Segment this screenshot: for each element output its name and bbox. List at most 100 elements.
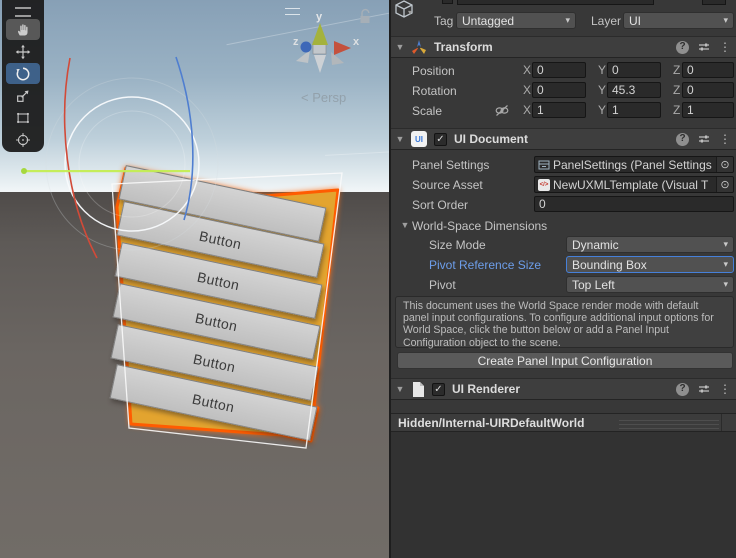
tag-label: Tag bbox=[434, 14, 453, 28]
pivot-label: Pivot bbox=[429, 278, 456, 292]
object-picker-icon[interactable]: ⊙ bbox=[716, 157, 733, 172]
presets-icon[interactable] bbox=[698, 41, 710, 53]
pivot-reference-size-dropdown[interactable]: Bounding Box ▾ bbox=[566, 256, 734, 273]
scale-y-field[interactable]: 1 bbox=[607, 102, 661, 118]
scene-button-label: Button bbox=[191, 390, 236, 415]
transform-header[interactable]: ▼ Transform ? ⋮ bbox=[391, 36, 736, 58]
rect-icon bbox=[15, 110, 31, 126]
x-axis-label: X bbox=[523, 83, 531, 97]
chevron-down-icon: ▾ bbox=[723, 259, 728, 270]
presets-icon[interactable] bbox=[698, 133, 710, 145]
foldout-icon[interactable]: ▼ bbox=[394, 42, 406, 52]
help-icon[interactable]: ? bbox=[676, 41, 689, 54]
scene-button-label: Button bbox=[198, 227, 243, 252]
scene-button-label: Button bbox=[194, 309, 239, 334]
ui-document-component-icon: UI bbox=[411, 131, 427, 147]
x-axis-label: X bbox=[523, 63, 531, 77]
rotate-icon bbox=[15, 66, 31, 82]
material-bar-lines bbox=[619, 420, 719, 429]
static-dropdown[interactable] bbox=[702, 0, 726, 5]
position-label: Position bbox=[412, 64, 455, 78]
ui-renderer-header[interactable]: ▼ ✓ UI Renderer ? ⋮ bbox=[391, 378, 736, 400]
material-bar-divider bbox=[721, 414, 722, 431]
size-mode-dropdown[interactable]: Dynamic ▾ bbox=[566, 236, 734, 253]
projection-label: Persp bbox=[312, 90, 346, 105]
scale-x-field[interactable]: 1 bbox=[532, 102, 586, 118]
kebab-menu-icon[interactable]: ⋮ bbox=[719, 133, 731, 145]
tag-layer-row: Tag Untagged ▾ Layer UI ▾ bbox=[391, 12, 736, 30]
help-icon[interactable]: ? bbox=[676, 383, 689, 396]
transform-tool[interactable] bbox=[6, 129, 40, 150]
source-asset-row: Source Asset </> NewUXMLTemplate (Visual… bbox=[391, 176, 736, 194]
create-panel-input-configuration-button[interactable]: Create Panel Input Configuration bbox=[397, 352, 733, 369]
link-broken-icon[interactable] bbox=[495, 104, 509, 117]
component-title: UI Renderer bbox=[452, 382, 520, 396]
view-hand-tool[interactable] bbox=[6, 19, 40, 40]
transform-component-icon bbox=[411, 39, 427, 55]
rotation-z-field[interactable]: 0 bbox=[682, 82, 734, 98]
scene-view[interactable]: Button Button Button Button Button bbox=[0, 0, 390, 558]
source-asset-label: Source Asset bbox=[412, 178, 483, 192]
rotation-label: Rotation bbox=[412, 84, 457, 98]
hand-icon bbox=[15, 22, 31, 38]
position-y-field[interactable]: 0 bbox=[607, 62, 661, 78]
pivot-row: Pivot Top Left ▾ bbox=[391, 276, 736, 294]
position-x-field[interactable]: 0 bbox=[532, 62, 586, 78]
panel-settings-object-field[interactable]: PanelSettings (Panel Settings ⊙ bbox=[534, 156, 734, 173]
scene-button-label: Button bbox=[196, 268, 241, 293]
chevron-down-icon: ▾ bbox=[723, 279, 728, 290]
scale-z-field[interactable]: 1 bbox=[682, 102, 734, 118]
ui-renderer-component-icon bbox=[412, 382, 425, 397]
name-field[interactable] bbox=[457, 0, 654, 5]
rect-tool[interactable] bbox=[6, 107, 40, 128]
sort-order-row: Sort Order 0 bbox=[391, 196, 736, 214]
overlay-handle-icon[interactable] bbox=[285, 8, 300, 15]
inspector-panel: ▾ Tag Untagged ▾ Layer UI ▾ ▼ Transform bbox=[389, 0, 736, 558]
z-axis-label: Z bbox=[673, 63, 680, 77]
move-tool[interactable] bbox=[6, 41, 40, 62]
shader-name: Hidden/Internal-UIRDefaultWorld bbox=[398, 416, 584, 430]
sort-order-field[interactable]: 0 bbox=[534, 196, 734, 212]
rotation-y-field[interactable]: 45.3 bbox=[607, 82, 661, 98]
rotate-tool[interactable] bbox=[6, 63, 40, 84]
pivot-dropdown[interactable]: Top Left ▾ bbox=[566, 276, 734, 293]
panel-settings-row: Panel Settings PanelSettings (Panel Sett… bbox=[391, 156, 736, 174]
scale-icon bbox=[15, 88, 31, 104]
foldout-icon[interactable]: ▼ bbox=[394, 134, 406, 144]
x-axis-label: X bbox=[523, 103, 531, 117]
foldout-icon[interactable]: ▼ bbox=[394, 384, 406, 394]
help-icon[interactable]: ? bbox=[676, 133, 689, 146]
position-z-field[interactable]: 0 bbox=[682, 62, 734, 78]
scene-button-label: Button bbox=[192, 350, 237, 375]
z-axis-label: Z bbox=[673, 103, 680, 117]
rotation-row: Rotation X 0 Y 45.3 Z 0 bbox=[391, 82, 736, 100]
enabled-checkbox[interactable]: ✓ bbox=[432, 383, 445, 396]
rotation-x-field[interactable]: 0 bbox=[532, 82, 586, 98]
transform-icon bbox=[15, 132, 31, 148]
pivot-reference-size-row: Pivot Reference Size Bounding Box ▾ bbox=[391, 256, 736, 274]
source-asset-object-field[interactable]: </> NewUXMLTemplate (Visual T ⊙ bbox=[534, 176, 734, 193]
scale-label: Scale bbox=[412, 104, 442, 118]
component-title: UI Document bbox=[454, 132, 528, 146]
layer-dropdown[interactable]: UI ▾ bbox=[623, 12, 734, 29]
projection-toggle[interactable]: < Persp bbox=[301, 90, 346, 105]
panel-settings-label: Panel Settings bbox=[412, 158, 489, 172]
enabled-checkbox[interactable]: ✓ bbox=[434, 133, 447, 146]
tag-dropdown[interactable]: Untagged ▾ bbox=[456, 12, 576, 29]
dock-handle-icon[interactable] bbox=[15, 7, 31, 17]
presets-icon[interactable] bbox=[698, 383, 710, 395]
z-axis-label: Z bbox=[673, 83, 680, 97]
scale-tool[interactable] bbox=[6, 85, 40, 106]
pivot-reference-size-label: Pivot Reference Size bbox=[429, 258, 541, 272]
material-preview-bar[interactable]: Hidden/Internal-UIRDefaultWorld bbox=[391, 413, 736, 432]
size-mode-label: Size Mode bbox=[429, 238, 486, 252]
scale-row: Scale X 1 Y 1 Z 1 bbox=[391, 102, 736, 120]
object-picker-icon[interactable]: ⊙ bbox=[716, 177, 733, 192]
kebab-menu-icon[interactable]: ⋮ bbox=[719, 383, 731, 395]
active-checkbox[interactable] bbox=[442, 0, 453, 4]
ui-document-header[interactable]: ▼ UI ✓ UI Document ? ⋮ bbox=[391, 128, 736, 150]
foldout-icon[interactable]: ▼ bbox=[399, 220, 411, 230]
panel-settings-asset-icon bbox=[538, 159, 550, 171]
world-space-dimensions-foldout[interactable]: ▼ World-Space Dimensions bbox=[391, 217, 736, 235]
kebab-menu-icon[interactable]: ⋮ bbox=[719, 41, 731, 53]
